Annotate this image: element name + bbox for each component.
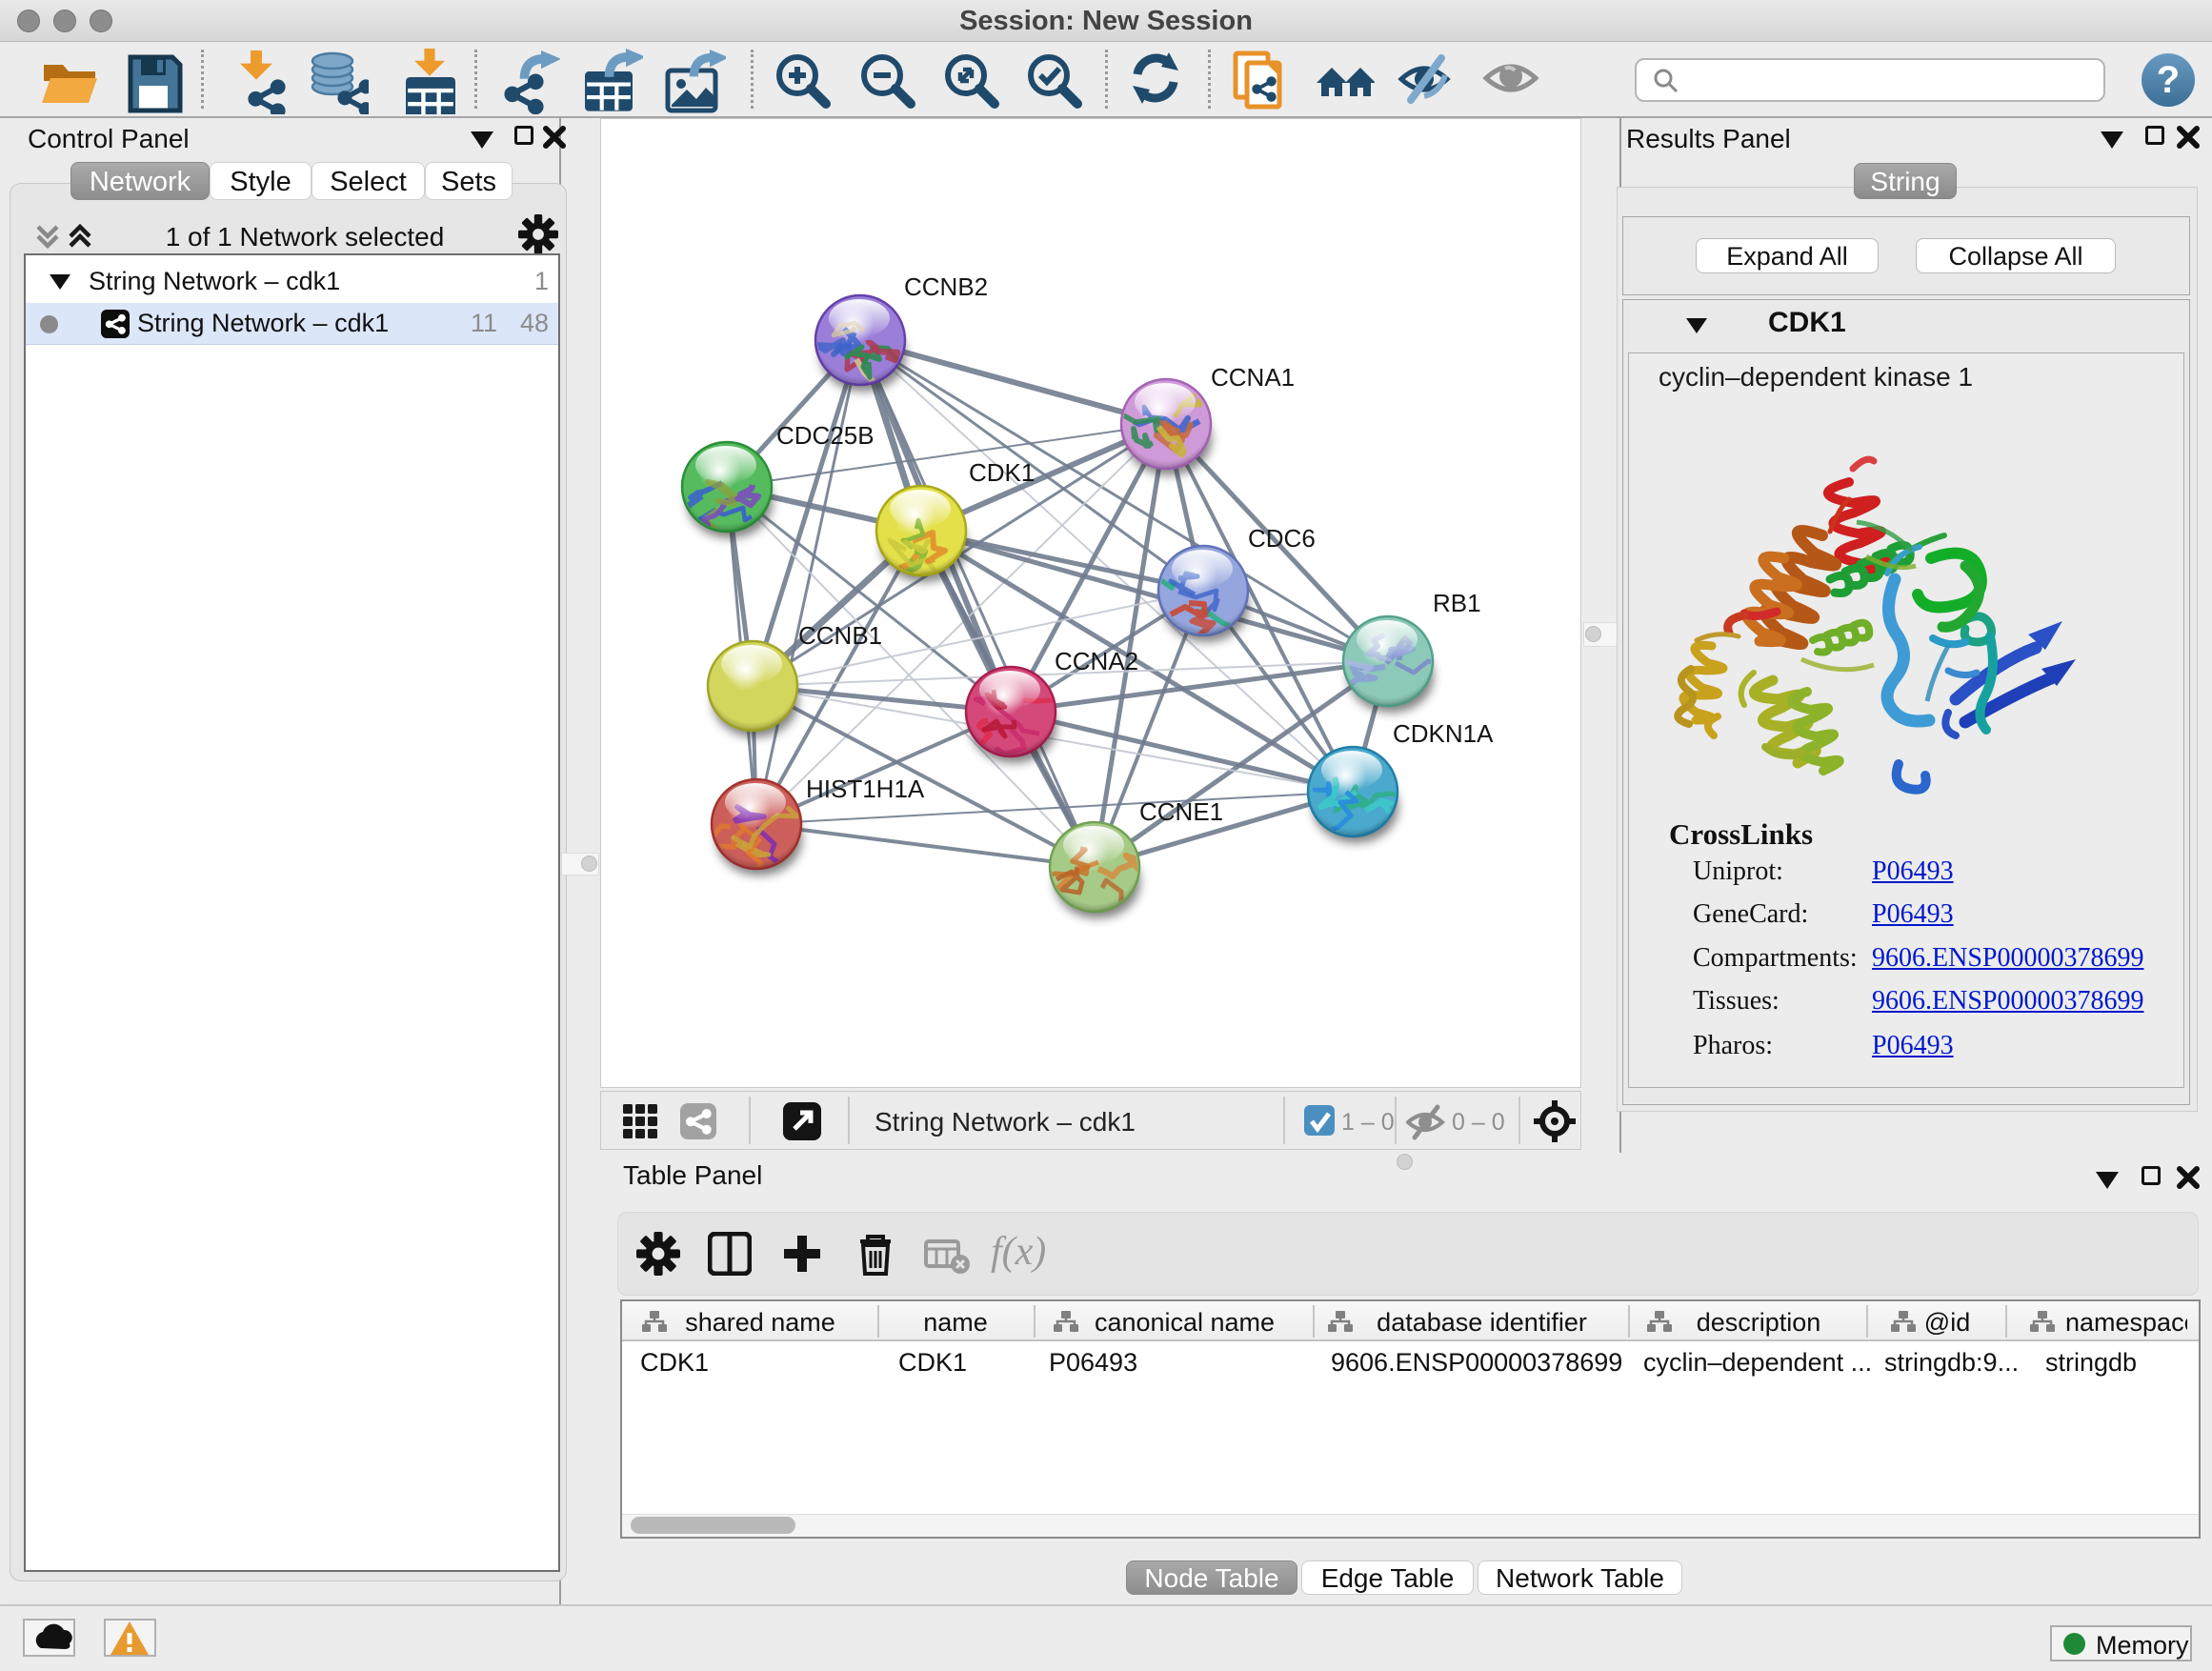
svg-text:CDC25B: CDC25B [776, 421, 875, 450]
svg-text:CCNE1: CCNE1 [1139, 797, 1223, 826]
svg-text:CCNA1: CCNA1 [1211, 363, 1295, 392]
svg-text:CDC6: CDC6 [1248, 524, 1316, 553]
svg-text:CCNB1: CCNB1 [798, 621, 882, 650]
svg-text:HIST1H1A: HIST1H1A [806, 775, 925, 803]
svg-text:CDKN1A: CDKN1A [1393, 719, 1494, 748]
svg-text:CCNB2: CCNB2 [904, 272, 988, 301]
svg-text:CDK1: CDK1 [969, 458, 1035, 487]
svg-text:CCNA2: CCNA2 [1055, 647, 1138, 675]
svg-text:RB1: RB1 [1433, 589, 1481, 617]
